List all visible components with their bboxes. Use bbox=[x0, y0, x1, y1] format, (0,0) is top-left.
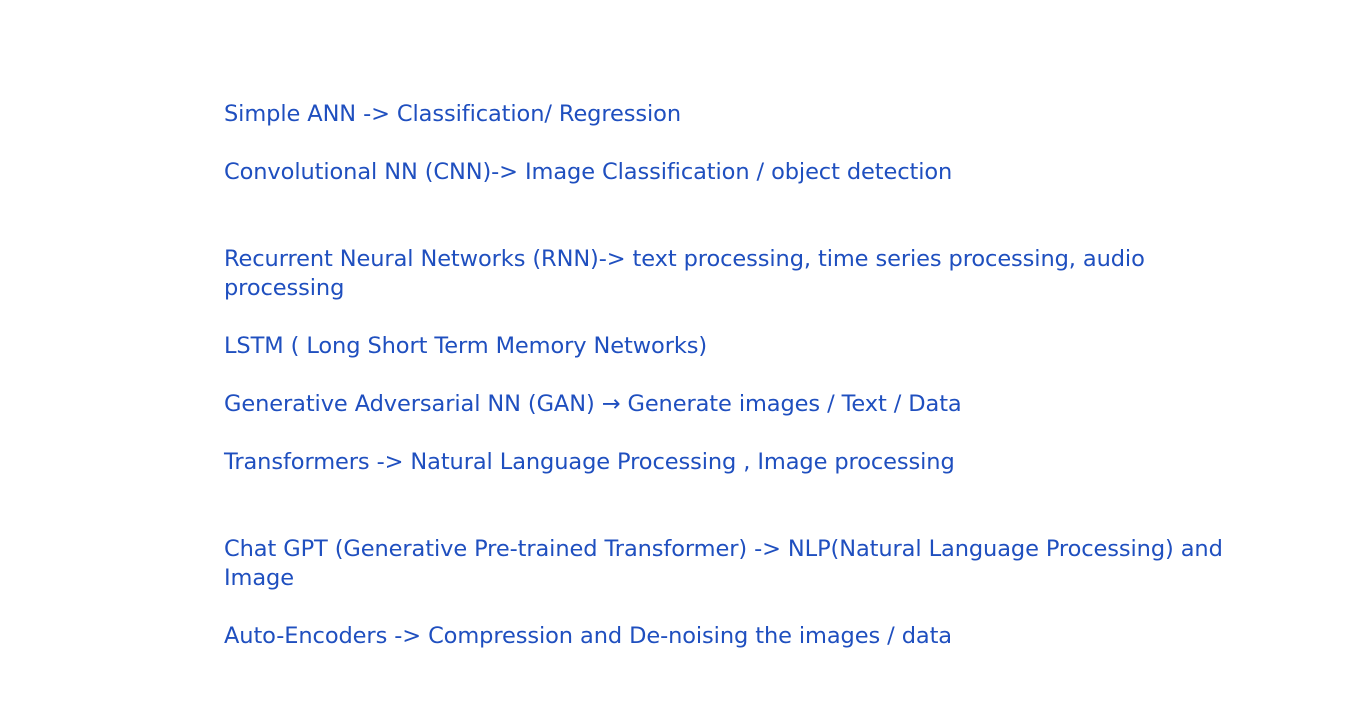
text-line-transformers: Transformers -> Natural Language Process… bbox=[224, 449, 955, 475]
text-line-chat-gpt: Chat GPT (Generative Pre-trained Transfo… bbox=[224, 536, 1223, 591]
text-line-simple-ann: Simple ANN -> Classification/ Regression bbox=[224, 101, 681, 127]
text-line-rnn: Recurrent Neural Networks (RNN)-> text p… bbox=[224, 246, 1145, 301]
slide-canvas: Simple ANN -> Classification/ Regression… bbox=[0, 0, 1366, 705]
text-line-cnn: Convolutional NN (CNN)-> Image Classific… bbox=[224, 159, 953, 185]
text-line-gan: Generative Adversarial NN (GAN) → Genera… bbox=[224, 391, 962, 417]
text-line-lstm: LSTM ( Long Short Term Memory Networks) bbox=[224, 333, 708, 359]
text-line-auto-encoders: Auto-Encoders -> Compression and De-nois… bbox=[224, 623, 952, 649]
